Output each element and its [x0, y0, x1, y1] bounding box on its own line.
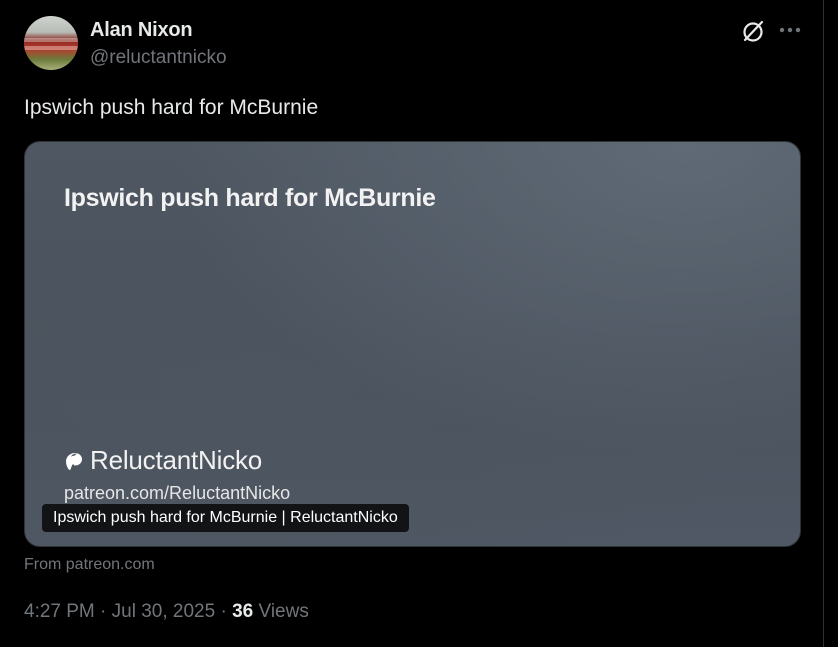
tweet-meta-row: 4:27 PM · Jul 30, 2025 · 36 Views — [24, 601, 309, 623]
author-avatar[interactable] — [24, 16, 78, 70]
patreon-brand-row: ReluctantNicko — [64, 445, 262, 476]
card-source-link[interactable]: From patreon.com — [24, 556, 155, 574]
grok-icon[interactable] — [740, 18, 766, 44]
tweet-time[interactable]: 4:27 PM — [24, 601, 95, 622]
meta-separator: · — [215, 601, 233, 622]
views-count: 36 — [232, 601, 254, 622]
link-preview-card[interactable]: Ipswich push hard for McBurnie Reluctant… — [24, 141, 801, 547]
more-options-icon[interactable] — [778, 18, 802, 44]
card-title-caption: Ipswich push hard for McBurnie | Relucta… — [42, 504, 409, 532]
author-handle[interactable]: @reluctantnicko — [90, 47, 227, 69]
card-headline: Ipswich push hard for McBurnie — [64, 184, 436, 212]
patreon-logo-icon — [66, 452, 82, 470]
card-brand-name: ReluctantNicko — [90, 445, 263, 475]
author-display-name[interactable]: Alan Nixon — [90, 19, 193, 42]
tweet-date[interactable]: Jul 30, 2025 — [112, 601, 216, 622]
views-label: Views — [253, 601, 309, 622]
meta-separator: · — [94, 601, 112, 622]
tweet-text: Ipswich push hard for McBurnie — [24, 96, 319, 119]
card-url: patreon.com/ReluctantNicko — [64, 483, 291, 503]
scrollbar-track[interactable] — [823, 0, 838, 647]
